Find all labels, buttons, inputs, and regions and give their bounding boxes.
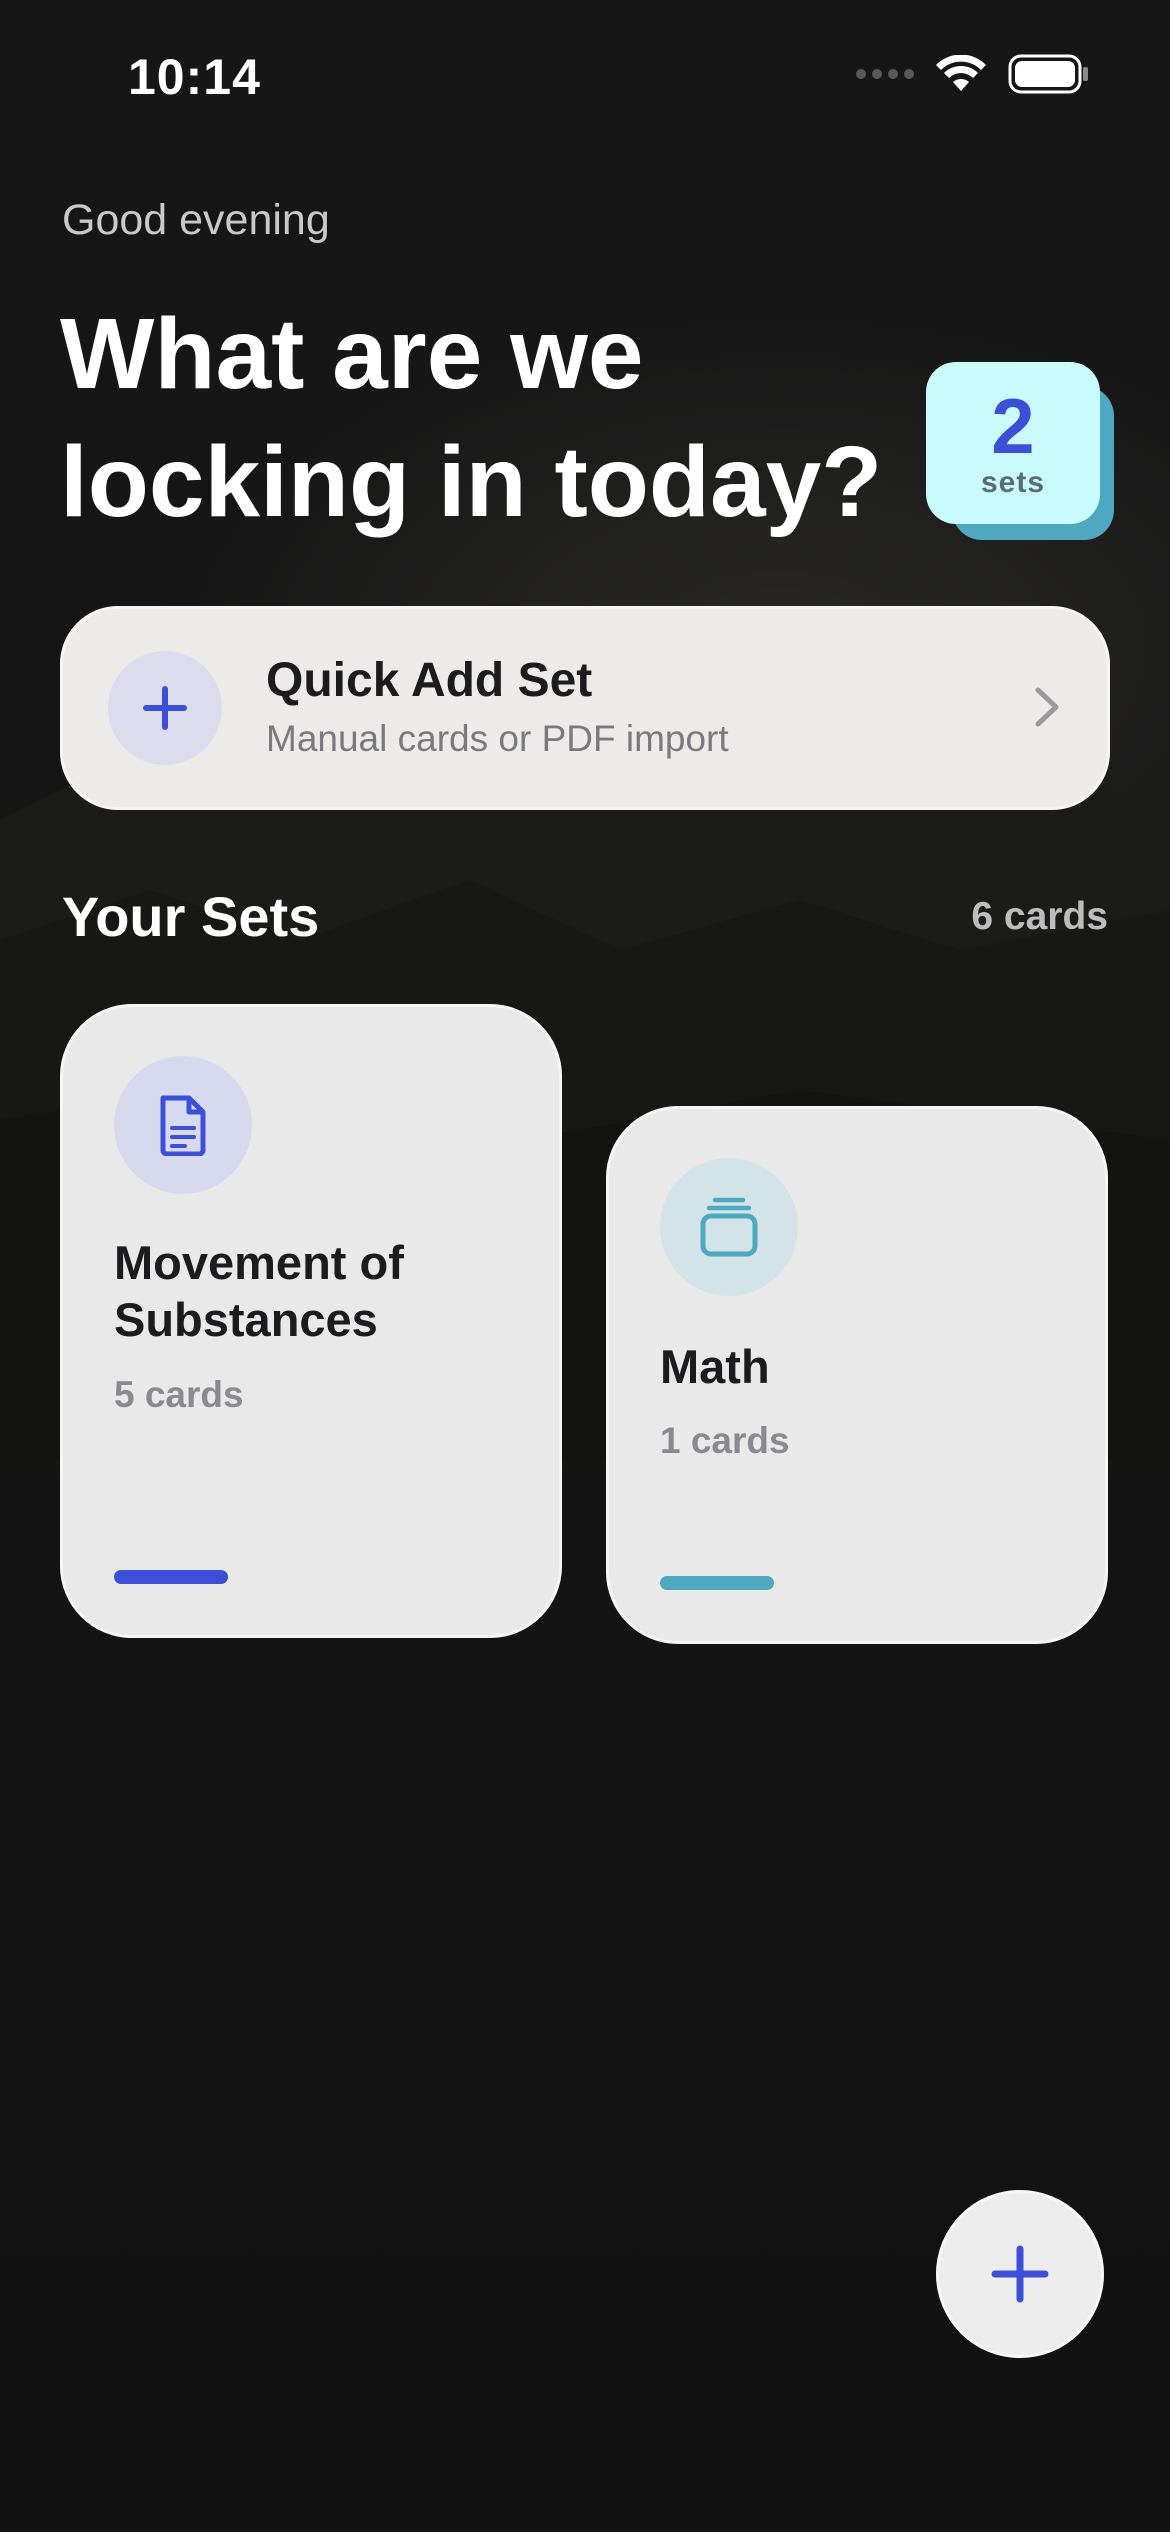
sets-count-badge: 2 sets (926, 362, 1116, 542)
sets-label: sets (980, 466, 1046, 499)
sets-count: 2 (991, 382, 1035, 470)
set-card-count: 5 cards (114, 1374, 244, 1415)
battery-icon (1008, 54, 1088, 94)
chevron-right-icon (1035, 687, 1059, 727)
quick-add-title: Quick Add Set (266, 654, 593, 707)
quick-add-text: Quick Add Set Manual cards or PDF import (266, 652, 729, 764)
set-card-math[interactable]: Math 1 cards (606, 1106, 1108, 1644)
set-title: Movement of Substances (114, 1236, 404, 1346)
quick-add-set-button[interactable]: Quick Add Set Manual cards or PDF import (60, 606, 1110, 810)
badge-front: 2 sets (926, 362, 1100, 524)
set-accent-bar (114, 1570, 228, 1584)
quick-add-subtitle: Manual cards or PDF import (266, 718, 729, 759)
total-cards-count: 6 cards (971, 895, 1108, 938)
status-time: 10:14 (128, 49, 261, 105)
cellular-signal-icon (856, 69, 914, 79)
greeting: Good evening (62, 196, 330, 244)
wifi-icon (936, 55, 986, 91)
add-set-fab[interactable] (936, 2190, 1104, 2358)
set-card-movement-of-substances[interactable]: Movement of Substances 5 cards (60, 1004, 562, 1638)
set-accent-bar (660, 1576, 774, 1590)
plus-icon (991, 2245, 1049, 2303)
set-card-count: 1 cards (660, 1420, 790, 1461)
plus-icon (108, 651, 222, 765)
document-icon (114, 1056, 252, 1194)
set-title: Math (660, 1340, 770, 1393)
stack-icon (660, 1158, 798, 1296)
status-icons (856, 54, 1090, 94)
page-title: What are we locking in today? (60, 298, 883, 538)
section-title: Your Sets (62, 885, 320, 948)
